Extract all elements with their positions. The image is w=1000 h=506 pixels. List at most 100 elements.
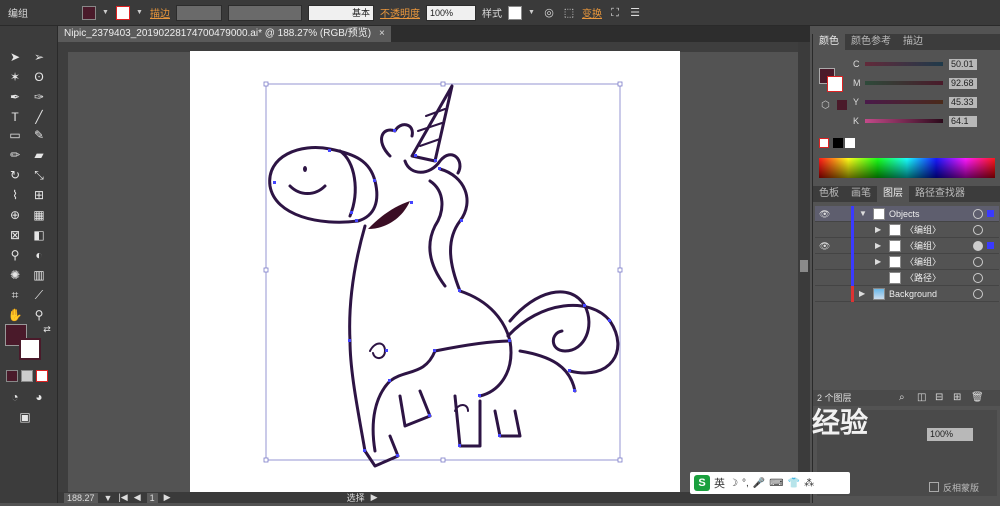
tab-layers[interactable]: 图层 (877, 186, 909, 202)
artboard-tool-icon[interactable]: ⌗ (4, 286, 26, 304)
layer-row-path[interactable]: 〈路径〉 (815, 270, 999, 286)
scale-tool-icon[interactable]: ⤡ (28, 166, 50, 184)
shape-builder-icon[interactable]: ⊕ (4, 206, 26, 224)
vertical-scrollbar[interactable] (798, 42, 810, 492)
lasso-icon[interactable]: ʘ (28, 68, 50, 86)
symbol-sprayer-icon[interactable]: ✺ (4, 266, 26, 284)
fill-dropdown[interactable]: ▼ (102, 6, 110, 20)
stroke-weight-field[interactable] (176, 4, 222, 21)
color-panel-stroke[interactable] (827, 76, 843, 92)
none-mode-icon[interactable] (36, 370, 48, 382)
none-swatch[interactable] (819, 138, 829, 148)
rectangle-tool-icon[interactable]: ▭ (4, 126, 26, 144)
first-page-icon[interactable]: |◀ (118, 492, 127, 503)
tab-brushes[interactable]: 画笔 (845, 186, 877, 202)
ime-language[interactable]: 英 (714, 475, 725, 491)
slice-tool-icon[interactable]: ⟋ (28, 286, 50, 304)
expand-icon[interactable]: ▶ (875, 222, 883, 238)
slider-y[interactable]: Y 45.33 (853, 96, 993, 108)
transform-label[interactable]: 变换 (582, 5, 602, 20)
ime-skin-icon[interactable]: 👕 (788, 478, 800, 489)
graph-tool-icon[interactable]: ▥ (28, 266, 50, 284)
gradient-mode-icon[interactable] (21, 370, 33, 382)
target-icon[interactable] (973, 241, 983, 251)
slider-c[interactable]: C 50.01 (853, 58, 993, 70)
tab-swatches[interactable]: 色板 (813, 186, 845, 202)
zoom-dropdown-icon[interactable]: ▼ (104, 493, 113, 503)
warp-tool-icon[interactable]: ⌇ (4, 186, 26, 204)
ime-mic-icon[interactable]: 🎤 (753, 478, 765, 489)
stroke-color-box[interactable] (19, 338, 41, 360)
opacity-field[interactable]: 100% (426, 4, 476, 21)
swap-colors-icon[interactable]: ⇄ (36, 320, 58, 338)
magic-wand-icon[interactable]: ✶ (4, 68, 26, 86)
target-icon[interactable] (973, 209, 983, 219)
style-swatch[interactable] (508, 5, 522, 20)
selection-indicator[interactable] (987, 210, 994, 217)
options-icon[interactable]: ☰ (628, 6, 642, 20)
layer-row-background[interactable]: ▶ Background (815, 286, 999, 302)
ime-keyboard-icon[interactable]: ⌨ (769, 478, 783, 489)
prev-page-icon[interactable]: ◀ (134, 492, 141, 503)
variable-width-field[interactable] (228, 4, 302, 21)
scroll-thumb[interactable] (800, 260, 808, 272)
draw-inside-icon[interactable]: ◕ (28, 388, 50, 406)
eyedropper-icon[interactable]: ⚲ (4, 246, 26, 264)
ime-tools-icon[interactable]: ⁂ (804, 478, 814, 489)
free-transform-icon[interactable]: ⊞ (28, 186, 50, 204)
visibility-eye-icon[interactable]: 👁 (819, 208, 831, 220)
pencil-icon[interactable]: ✏ (4, 146, 26, 164)
delete-layer-icon[interactable]: 🗑 (971, 390, 984, 406)
selection-indicator[interactable] (987, 242, 994, 249)
draw-mode-icon[interactable]: ◔ (4, 388, 26, 406)
color-spectrum[interactable] (819, 158, 995, 178)
slider-m[interactable]: M 92.68 (853, 77, 993, 89)
layer-row-group-3[interactable]: ▶ 〈编组〉 (815, 254, 999, 270)
document-tab[interactable]: Nipic_2379403_20190228174700479000.ai* @… (58, 26, 391, 42)
expand-icon[interactable]: ▼ (859, 206, 867, 222)
opacity-label[interactable]: 不透明度 (380, 5, 420, 20)
new-sublayer-icon[interactable]: ⊟ (935, 390, 943, 406)
new-layer-icon[interactable]: ⊞ (953, 390, 961, 406)
visibility-eye-icon[interactable]: 👁 (819, 240, 831, 252)
screen-mode-icon[interactable]: ▣ (14, 408, 36, 426)
invert-mask-checkbox[interactable] (929, 482, 939, 492)
selection-tool-icon[interactable]: ➤ (4, 48, 26, 66)
stroke-label[interactable]: 描边 (150, 5, 170, 20)
next-page-icon[interactable]: ▶ (164, 492, 171, 503)
out-of-gamut-icon[interactable]: ⬡ (821, 100, 830, 111)
expand-icon[interactable]: ▶ (859, 286, 867, 302)
brush-style-field[interactable]: 基本 (308, 4, 374, 21)
ime-moon-icon[interactable]: ☽ (729, 478, 738, 489)
mesh-tool-icon[interactable]: ⊠ (4, 226, 26, 244)
direct-selection-tool-icon[interactable]: ➢ (28, 48, 50, 66)
target-icon[interactable] (973, 289, 983, 299)
artboard[interactable] (190, 51, 680, 503)
tab-color-guide[interactable]: 颜色参考 (845, 34, 897, 50)
zoom-field[interactable]: 188.27 (64, 492, 98, 503)
slider-k[interactable]: K 64.1 (853, 115, 993, 127)
expand-icon[interactable]: ▶ (875, 238, 883, 254)
stroke-dropdown[interactable]: ▼ (136, 6, 144, 20)
target-icon[interactable] (973, 273, 983, 283)
layer-row-objects[interactable]: 👁 ▼ Objects (815, 206, 999, 222)
pen-tool-icon[interactable]: ✒ (4, 88, 26, 106)
recolor-icon[interactable]: ◎ (542, 6, 556, 20)
expand-icon[interactable]: ▶ (875, 254, 883, 270)
ime-punct-icon[interactable]: °, (742, 478, 749, 489)
align-icon[interactable]: ⬚ (562, 6, 576, 20)
hand-tool-icon[interactable]: ✋ (4, 306, 26, 324)
curvature-tool-icon[interactable]: ✑ (28, 88, 50, 106)
gamut-swatch[interactable] (837, 100, 847, 110)
blend-tool-icon[interactable]: ◐ (28, 246, 50, 264)
gradient-tool-icon[interactable]: ◧ (28, 226, 50, 244)
line-tool-icon[interactable]: ╱ (28, 108, 50, 126)
transparency-opacity-field[interactable]: 100% (927, 428, 973, 441)
close-tab-icon[interactable]: × (379, 28, 385, 39)
rotate-tool-icon[interactable]: ↻ (4, 166, 26, 184)
layer-row-group-2[interactable]: 👁 ▶ 〈编组〉 (815, 238, 999, 254)
status-menu-icon[interactable]: ▶ (371, 492, 378, 503)
target-icon[interactable] (973, 225, 983, 235)
eraser-icon[interactable]: ▰ (28, 146, 50, 164)
white-swatch[interactable] (845, 138, 855, 148)
